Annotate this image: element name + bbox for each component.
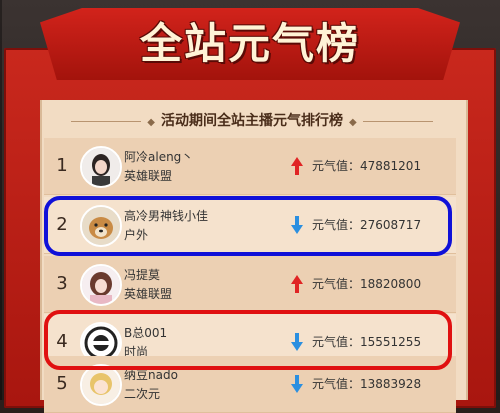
streamer-category: 英雄联盟 bbox=[124, 169, 173, 183]
leaderboard-subtitle: ◆ 活动期间全站主播元气排行榜 ◆ bbox=[40, 108, 464, 134]
trend-up-icon bbox=[291, 157, 303, 175]
trend-down-icon bbox=[291, 375, 303, 393]
page-title: 全站元气榜 bbox=[139, 19, 360, 68]
avatar[interactable] bbox=[80, 264, 122, 306]
streamer-name[interactable]: 冯提莫 bbox=[124, 266, 160, 283]
blue-highlight-outline bbox=[44, 196, 452, 256]
red-highlight-outline bbox=[44, 310, 452, 370]
diamond-icon: ◆ bbox=[147, 117, 155, 128]
rank-number: 1 bbox=[56, 155, 68, 176]
leaderboard-row[interactable]: 1 阿冷aleng丶 英雄联盟 元气值：47881201 bbox=[44, 138, 456, 195]
score-value: 元气值：47881201 bbox=[312, 159, 422, 173]
streamer-category: 英雄联盟 bbox=[124, 287, 173, 301]
subtitle-text: 活动期间全站主播元气排行榜 bbox=[161, 113, 343, 129]
streamer-name[interactable]: 阿冷aleng丶 bbox=[124, 148, 193, 165]
rank-number: 3 bbox=[56, 273, 68, 294]
divider bbox=[71, 120, 142, 122]
streamer-category: 二次元 bbox=[124, 387, 161, 401]
leaderboard-row[interactable]: 3 冯提莫 英雄联盟 元气值：18820800 bbox=[44, 256, 456, 313]
trend-up-icon bbox=[291, 275, 303, 293]
avatar[interactable] bbox=[80, 146, 122, 188]
diamond-icon: ◆ bbox=[349, 117, 357, 128]
divider bbox=[362, 120, 433, 122]
score-value: 元气值：18820800 bbox=[312, 277, 422, 291]
